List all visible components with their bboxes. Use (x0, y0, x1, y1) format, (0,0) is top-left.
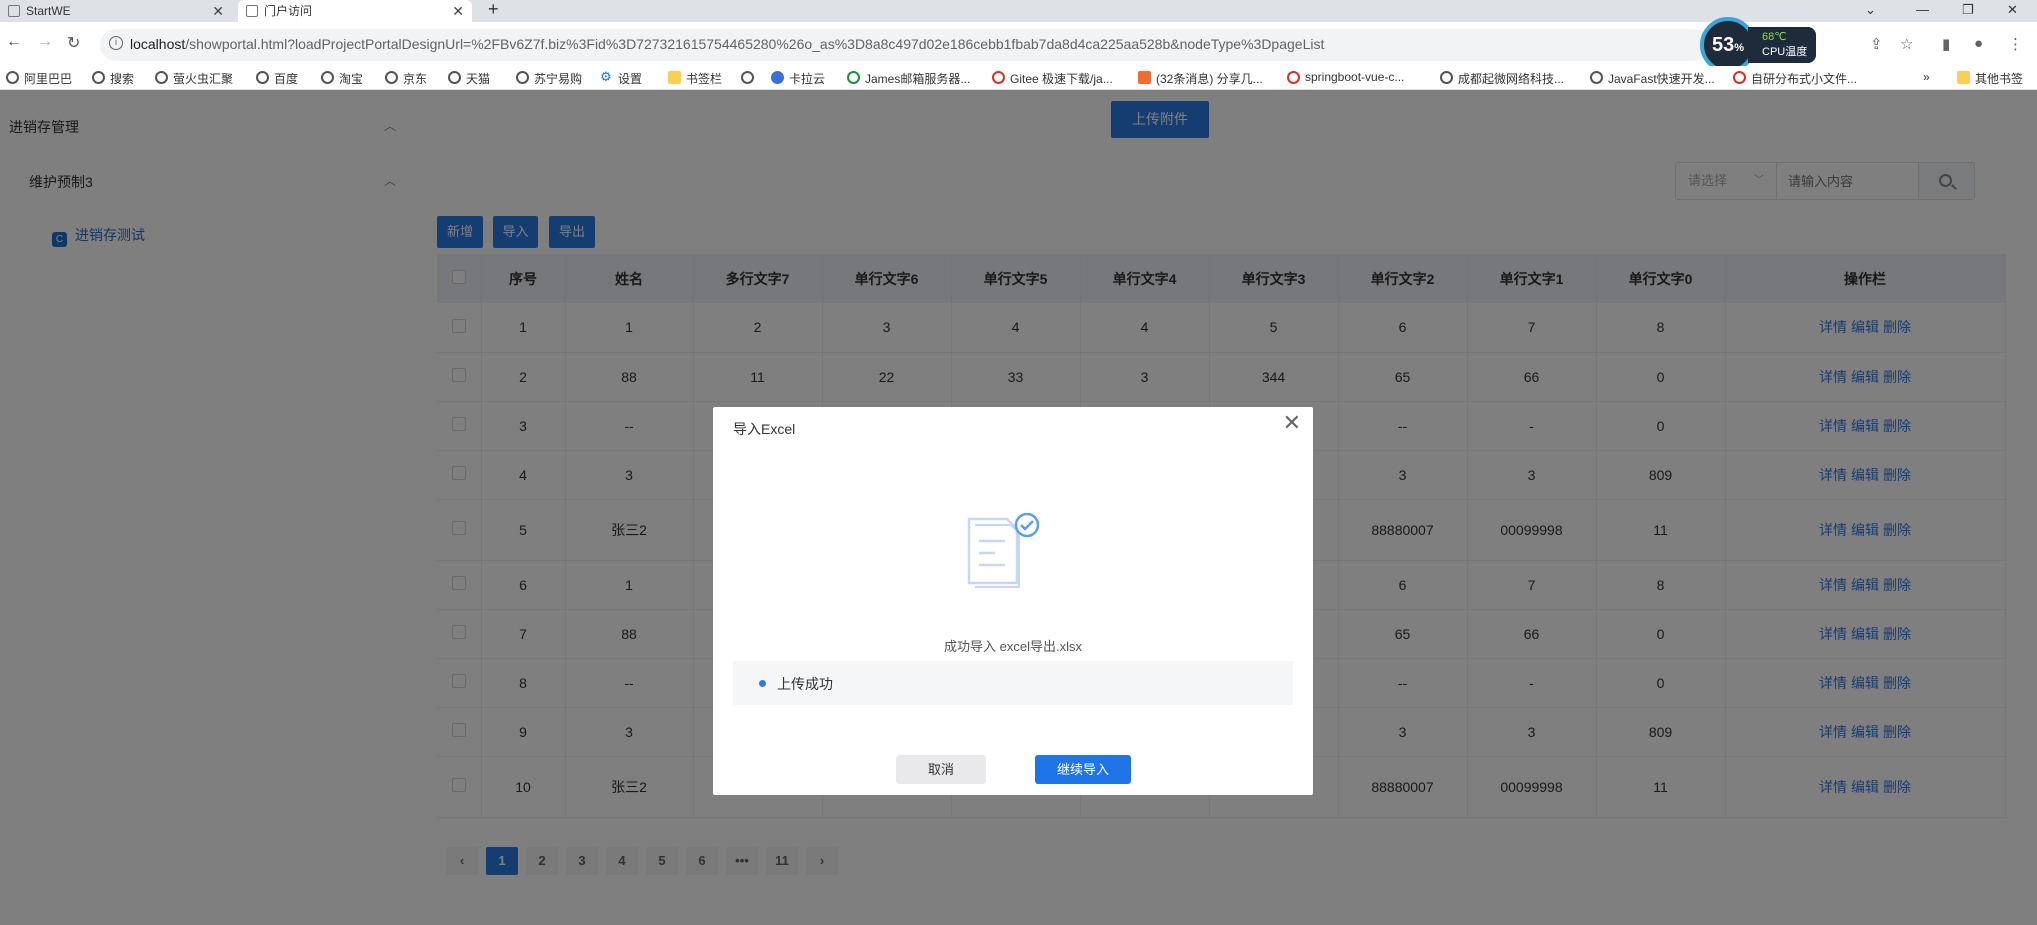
bookmark[interactable]: springboot-vue-c... (1287, 70, 1404, 84)
bookmark-folder[interactable]: 书签栏 (668, 70, 722, 87)
continue-import-button[interactable]: 继续导入 (1035, 755, 1131, 784)
upload-status: 上传成功 (733, 661, 1293, 705)
cancel-button[interactable]: 取消 (896, 755, 986, 784)
bookmark[interactable]: Gitee 极速下载/ja... (992, 70, 1113, 87)
status-text: 上传成功 (777, 676, 833, 692)
bookmark[interactable]: 阿里巴巴 (6, 70, 72, 87)
import-result-note: 成功导入 excel导出.xlsx (944, 639, 1082, 654)
profile-icon[interactable]: ● (1974, 35, 1983, 52)
gear-icon: ⚙ (600, 69, 612, 84)
kalayun-icon (771, 71, 784, 84)
globe-icon (385, 71, 398, 84)
forward-icon[interactable]: → (37, 33, 53, 51)
bookmark[interactable]: 苏宁易购 (516, 70, 582, 87)
bookmark[interactable]: 自研分布式小文件... (1733, 70, 1857, 87)
sidepanel-icon[interactable]: ▮ (1942, 35, 1950, 53)
close-tab-icon[interactable]: ✕ (452, 0, 464, 22)
globe-icon (6, 71, 19, 84)
star-icon[interactable]: ☆ (1900, 35, 1913, 53)
cpu-temp-box: 68℃ CPU温度 (1748, 27, 1816, 63)
close-tab-icon[interactable]: ✕ (212, 0, 224, 22)
globe-icon (256, 71, 269, 84)
globe-icon (1440, 71, 1453, 84)
tab-search-icon[interactable]: ⌄ (1865, 0, 1876, 20)
gitee-icon (992, 71, 1005, 84)
bookmark[interactable]: (32条消息) 分享几... (1138, 70, 1263, 87)
bookmark[interactable]: 萤火虫汇聚 (155, 70, 233, 87)
folder-icon (1957, 71, 1970, 84)
csdn-icon (1138, 71, 1151, 84)
more-bookmarks-icon[interactable]: » (1923, 70, 1930, 84)
bookmark[interactable]: 成都起微网络科技... (1440, 70, 1564, 87)
minimize-icon[interactable]: — (1916, 0, 1929, 20)
globe-icon (155, 71, 168, 84)
globe-icon (321, 71, 334, 84)
globe-icon (448, 71, 461, 84)
document-success-icon (967, 513, 1040, 588)
globe-icon (741, 71, 754, 84)
bookmark[interactable]: 天猫 (448, 70, 490, 87)
reload-icon[interactable]: ↻ (67, 33, 80, 53)
bookmarks-bar: 阿里巴巴 搜索 萤火虫汇聚 百度 淘宝 京东 天猫 苏宁易购 ⚙ 设置 书签栏 卡… (0, 66, 2037, 90)
new-tab-icon[interactable]: + (488, 0, 499, 20)
bookmark[interactable]: 卡拉云 (771, 70, 825, 87)
browser-tab-startwe[interactable]: StartWE ✕ (0, 0, 232, 22)
other-bookmarks[interactable]: 其他书签 (1957, 70, 2023, 87)
bookmark[interactable]: 搜索 (92, 70, 134, 87)
status-dot (759, 680, 766, 687)
close-window-icon[interactable]: ✕ (2007, 0, 2018, 20)
tab-title: StartWE (26, 4, 71, 18)
tab-title: 门户访问 (264, 4, 313, 18)
bookmark[interactable]: 京东 (385, 70, 427, 87)
page-icon (246, 5, 258, 17)
back-icon[interactable]: ← (6, 33, 22, 51)
bookmark[interactable]: 淘宝 (321, 70, 363, 87)
globe-icon (92, 71, 105, 84)
url-text[interactable]: localhost/showportal.html?loadProjectPor… (130, 36, 1324, 52)
info-icon[interactable]: i (109, 36, 123, 50)
browser-tab-portal[interactable]: 门户访问 ✕ (238, 0, 472, 22)
restore-icon[interactable]: ❐ (1962, 0, 1974, 20)
bookmark[interactable]: 百度 (256, 70, 298, 87)
globe-icon (516, 71, 529, 84)
folder-icon (668, 71, 681, 84)
page-icon (8, 5, 20, 17)
close-icon[interactable]: ✕ (1283, 412, 1301, 434)
share-icon[interactable]: ⇪ (1870, 35, 1883, 53)
csdn-icon (1733, 71, 1746, 84)
import-excel-dialog: 导入Excel ✕ 成功导入 excel导出.xlsx 上传成功 取消 继续导入 (713, 407, 1313, 795)
bookmark[interactable]: ⚙ 设置 (600, 70, 642, 87)
menu-icon[interactable]: ⋮ (2008, 35, 2023, 53)
globe-icon (1590, 71, 1603, 84)
mail-icon (847, 71, 860, 84)
bookmark[interactable]: James邮箱服务器... (847, 70, 970, 87)
cpu-widget: 53% 68℃ CPU温度 (1700, 17, 1818, 73)
cpu-temp-label: CPU温度 (1762, 46, 1808, 58)
bookmark[interactable]: JavaFast快速开发... (1590, 70, 1715, 87)
cpu-temp: 68℃ (1762, 31, 1787, 43)
csdn-icon (1287, 71, 1300, 84)
dialog-title: 导入Excel (733, 421, 796, 437)
